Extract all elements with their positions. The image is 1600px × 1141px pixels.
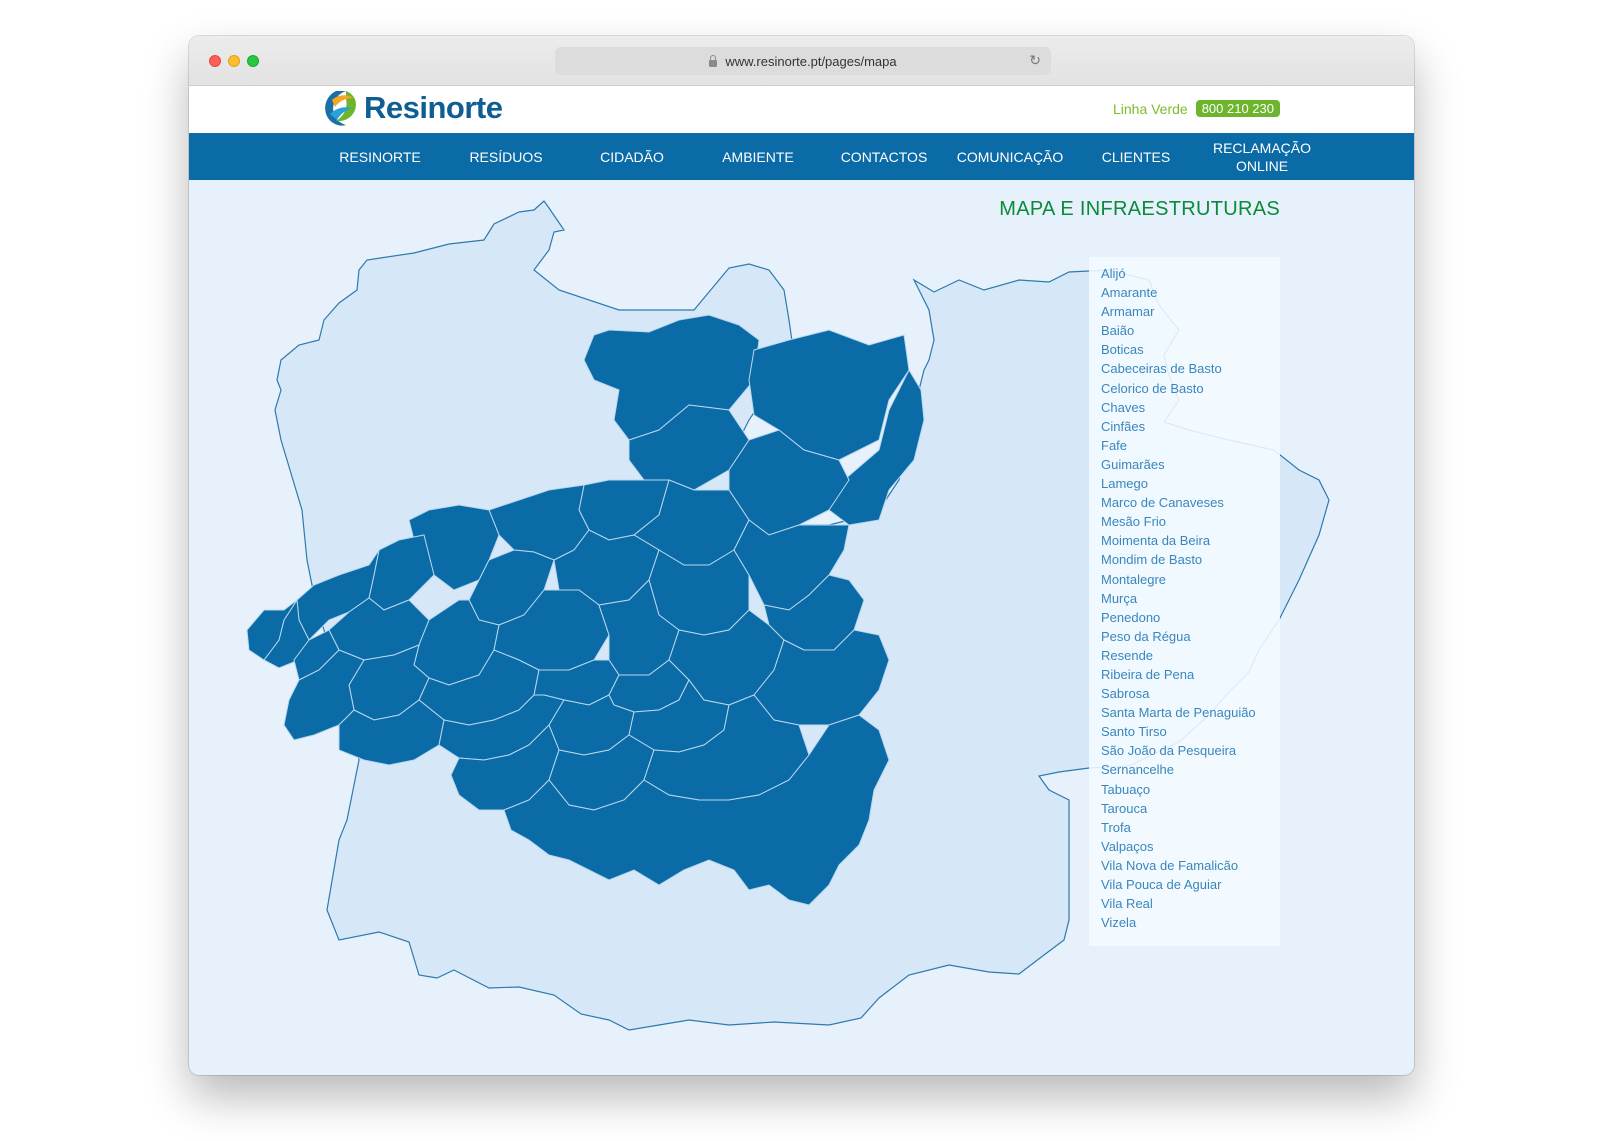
- list-item[interactable]: Vila Real: [1089, 894, 1280, 913]
- list-item[interactable]: Vila Nova de Famalicão: [1089, 856, 1280, 875]
- list-item[interactable]: Cabeceiras de Basto: [1089, 359, 1280, 378]
- nav-item-contactos[interactable]: CONTACTOS: [821, 133, 947, 180]
- list-item[interactable]: Chaves: [1089, 398, 1280, 417]
- zoom-window-button[interactable]: [247, 55, 259, 67]
- list-item[interactable]: São João da Pesqueira: [1089, 741, 1280, 760]
- site-logo[interactable]: Resinorte: [322, 88, 503, 128]
- list-item[interactable]: Armamar: [1089, 302, 1280, 321]
- list-item[interactable]: Santa Marta de Penaguião: [1089, 703, 1280, 722]
- list-item[interactable]: Vizela: [1089, 913, 1280, 932]
- logo-text: Resinorte: [364, 90, 503, 125]
- url-text: www.resinorte.pt/pages/mapa: [725, 53, 897, 69]
- list-item[interactable]: Fafe: [1089, 436, 1280, 455]
- main-nav: RESINORTE RESÍDUOS CIDADÃO AMBIENTE CONT…: [189, 133, 1414, 180]
- page-title: MAPA E INFRAESTRUTURAS: [999, 198, 1280, 220]
- list-item[interactable]: Lamego: [1089, 474, 1280, 493]
- close-window-button[interactable]: [209, 55, 221, 67]
- list-item[interactable]: Celorico de Basto: [1089, 379, 1280, 398]
- list-item[interactable]: Penedono: [1089, 608, 1280, 627]
- list-item[interactable]: Sernancelhe: [1089, 760, 1280, 779]
- nav-item-comunicacao[interactable]: COMUNICAÇÃO: [947, 133, 1073, 180]
- list-item[interactable]: Tarouca: [1089, 799, 1280, 818]
- hotline-label: Linha Verde: [1112, 100, 1188, 117]
- list-item[interactable]: Amarante: [1089, 283, 1280, 302]
- list-item[interactable]: Cinfães: [1089, 417, 1280, 436]
- list-item[interactable]: Moimenta da Beira: [1089, 531, 1280, 550]
- nav-item-cidadao[interactable]: CIDADÃO: [569, 133, 695, 180]
- list-item[interactable]: Murça: [1089, 589, 1280, 608]
- list-item[interactable]: Peso da Régua: [1089, 627, 1280, 646]
- hotline-number[interactable]: 800 210 230: [1195, 100, 1280, 117]
- list-item[interactable]: Valpaços: [1089, 837, 1280, 856]
- list-item[interactable]: Sabrosa: [1089, 684, 1280, 703]
- minimize-window-button[interactable]: [228, 55, 240, 67]
- list-item[interactable]: Vila Pouca de Aguiar: [1089, 875, 1280, 894]
- list-item[interactable]: Tabuaço: [1089, 780, 1280, 799]
- nav-item-ambiente[interactable]: AMBIENTE: [695, 133, 821, 180]
- list-item[interactable]: Baião: [1089, 321, 1280, 340]
- list-item[interactable]: Guimarães: [1089, 455, 1280, 474]
- nav-item-residuos[interactable]: RESÍDUOS: [443, 133, 569, 180]
- list-item[interactable]: Mondim de Basto: [1089, 550, 1280, 569]
- address-bar[interactable]: www.resinorte.pt/pages/mapa ↻: [555, 47, 1051, 75]
- list-item[interactable]: Ribeira de Pena: [1089, 665, 1280, 684]
- list-item[interactable]: Mesão Frio: [1089, 512, 1280, 531]
- list-item[interactable]: Alijó: [1089, 264, 1280, 283]
- browser-titlebar: www.resinorte.pt/pages/mapa ↻: [189, 36, 1414, 86]
- nav-item-clientes[interactable]: CLIENTES: [1073, 133, 1199, 180]
- list-item[interactable]: Montalegre: [1089, 570, 1280, 589]
- nav-item-resinorte[interactable]: RESINORTE: [317, 133, 443, 180]
- list-item[interactable]: Marco de Canaveses: [1089, 493, 1280, 512]
- list-item[interactable]: Trofa: [1089, 818, 1280, 837]
- nav-item-reclamacao-online[interactable]: RECLAMAÇÃO ONLINE: [1199, 133, 1325, 180]
- list-item[interactable]: Santo Tirso: [1089, 722, 1280, 741]
- site-header: Resinorte Linha Verde 800 210 230: [189, 86, 1414, 133]
- lock-icon: [709, 54, 718, 67]
- browser-window: www.resinorte.pt/pages/mapa ↻ Resinorte …: [189, 36, 1414, 1075]
- logo-icon: [325, 91, 356, 126]
- list-item[interactable]: Boticas: [1089, 340, 1280, 359]
- hotline: Linha Verde 800 210 230: [1113, 100, 1280, 117]
- municipality-list: Alijó Amarante Armamar Baião Boticas Cab…: [1089, 257, 1280, 946]
- reload-icon[interactable]: ↻: [1029, 52, 1041, 69]
- list-item[interactable]: Resende: [1089, 646, 1280, 665]
